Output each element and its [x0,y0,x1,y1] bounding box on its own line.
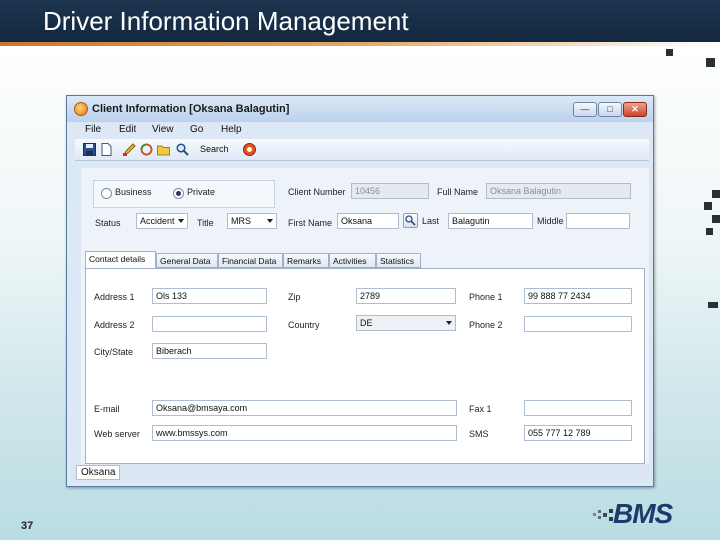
name-lookup-button[interactable] [403,213,418,228]
toolbar: Search [75,139,649,161]
slide-number: 37 [21,520,34,532]
zip-input[interactable]: 2789 [356,288,456,304]
phone2-label: Phone 2 [469,320,503,330]
new-document-icon[interactable] [100,143,113,156]
tab-remarks[interactable]: Remarks [283,253,329,268]
city-state-input[interactable]: Biberach [152,343,267,359]
edit-icon[interactable] [123,143,136,156]
middle-name-label: Middle [537,216,564,226]
maximize-button[interactable]: □ [598,102,622,117]
client-number-label: Client Number [288,187,346,197]
logo-text: BMS [613,498,673,529]
business-label: Business [115,187,152,197]
last-name-input[interactable]: Balagutin [448,213,533,229]
save-icon[interactable] [83,143,96,156]
app-icon [74,102,88,116]
chevron-down-icon [446,321,452,325]
menu-go[interactable]: Go [190,124,203,135]
help-icon[interactable] [243,143,256,156]
status-bar: Oksana [71,464,649,482]
search-icon[interactable] [176,143,189,156]
sms-label: SMS [469,429,489,439]
client-information-window: Client Information [Oksana Balagutin] — … [66,95,654,487]
window-title: Client Information [Oksana Balagutin] [92,103,290,115]
tab-activities[interactable]: Activities [329,253,376,268]
decor-square [706,58,715,67]
menu-edit[interactable]: Edit [119,124,136,135]
phone1-label: Phone 1 [469,292,503,302]
status-bar-user: Oksana [76,465,121,480]
private-radio[interactable] [173,188,184,199]
minimize-button[interactable]: — [573,102,597,117]
first-name-label: First Name [288,218,333,228]
tab-statistics[interactable]: Statistics [376,253,421,268]
phone1-input[interactable]: 99 888 77 2434 [524,288,632,304]
client-type-group: Business Private [93,180,275,208]
slide-header: Driver Information Management [0,0,720,42]
search-icon [405,215,416,226]
tab-financial-data[interactable]: Financial Data [218,253,283,268]
tab-strip: Contact details General Data Financial D… [85,251,645,268]
address1-input[interactable]: Ols 133 [152,288,267,304]
status-select[interactable]: Accident [136,213,188,229]
search-label[interactable]: Search [200,144,229,154]
decor-square [712,190,720,198]
decor-square [666,49,673,56]
private-label: Private [187,187,216,197]
first-name-input[interactable]: Oksana [337,213,399,229]
city-state-label: City/State [94,347,134,357]
country-value: DE [360,318,373,328]
email-label: E-mail [94,404,120,414]
country-label: Country [288,320,320,330]
full-name-label: Full Name [437,187,479,197]
web-server-input[interactable]: www.bmssys.com [152,425,457,441]
client-number-field: 10456 [351,183,429,199]
client-form: Business Private Client Number 10456 Ful… [81,168,649,468]
contact-details-panel: Address 1 Ols 133 Address 2 City/State B… [85,268,645,464]
tab-general-data[interactable]: General Data [156,253,218,268]
menu-bar: File Edit View Go Help [71,122,649,138]
chevron-down-icon [267,219,273,223]
status-value: Accident [140,216,175,226]
fax-input[interactable] [524,400,632,416]
menu-help[interactable]: Help [221,124,242,135]
decor-square [704,202,712,210]
full-name-field: Oksana Balagutin [486,183,631,199]
last-name-label: Last [422,216,440,226]
menu-view[interactable]: View [152,124,174,135]
window-titlebar[interactable]: Client Information [Oksana Balagutin] — … [67,96,653,122]
decor-square [708,302,718,308]
address2-label: Address 2 [94,320,135,330]
menu-file[interactable]: File [85,124,101,135]
bms-logo: BMS [593,498,688,534]
slide-title: Driver Information Management [43,6,409,36]
status-label: Status [95,218,121,228]
logo-dots-icon [593,509,613,521]
web-server-label: Web server [94,429,140,439]
zip-label: Zip [288,292,301,302]
title-select[interactable]: MRS [227,213,277,229]
business-radio[interactable] [101,188,112,199]
middle-name-input[interactable] [566,213,630,229]
address1-label: Address 1 [94,292,135,302]
refresh-icon[interactable] [140,143,153,156]
folder-icon[interactable] [157,143,170,156]
address2-input[interactable] [152,316,267,332]
title-value: MRS [231,216,251,226]
decor-square [712,215,720,223]
tab-contact-details[interactable]: Contact details [85,251,156,268]
title-label: Title [197,218,214,228]
email-input[interactable]: Oksana@bmsaya.com [152,400,457,416]
decor-square [706,228,713,235]
fax-label: Fax 1 [469,404,492,414]
country-select[interactable]: DE [356,315,456,331]
sms-input[interactable]: 055 777 12 789 [524,425,632,441]
phone2-input[interactable] [524,316,632,332]
chevron-down-icon [178,219,184,223]
header-accent-rule [0,42,720,46]
close-button[interactable]: ✕ [623,102,647,117]
